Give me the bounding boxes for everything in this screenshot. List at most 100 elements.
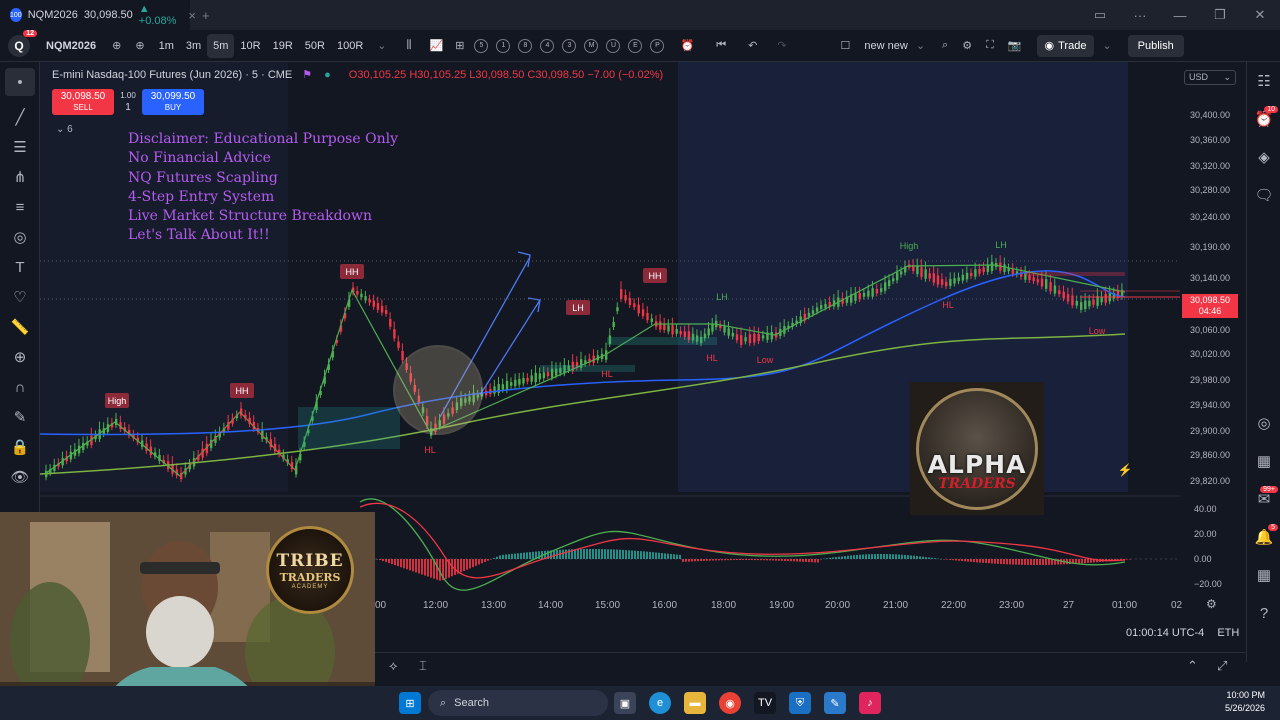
currency-select[interactable]: USD ⌄ — [1184, 70, 1236, 85]
tiktok-icon[interactable]: ♪ — [859, 692, 881, 714]
tradingview-logo-icon[interactable]: Q 12 — [8, 29, 37, 57]
taskbar-clock[interactable]: 10:00 PM 5/26/2026 — [1215, 689, 1265, 715]
text-tool-icon[interactable]: ⌶ — [419, 658, 427, 674]
alert-icon[interactable]: ⏰ — [680, 39, 694, 52]
interval-10r[interactable]: 10R — [234, 34, 266, 58]
new-tab-icon[interactable]: + — [202, 8, 210, 23]
object-tree-icon[interactable]: ◈ — [1247, 138, 1280, 176]
interval-50r[interactable]: 50R — [299, 34, 331, 58]
magnet-icon[interactable]: ∩ — [0, 372, 40, 402]
pitchfork-icon[interactable]: ⋔ — [0, 162, 40, 192]
chats-icon[interactable]: 🗨 — [1247, 176, 1280, 214]
horizontal-lines-icon[interactable]: ☰ — [0, 132, 40, 162]
fib-icon[interactable]: ≡ — [0, 192, 40, 222]
replay-icon[interactable]: ⏮ — [716, 39, 726, 52]
indicators-collapse-toggle[interactable]: ⌄ 6 — [56, 124, 73, 135]
layout-icon[interactable]: ▭ — [1080, 7, 1120, 23]
favorites-heart-icon[interactable]: ♡ — [0, 282, 40, 312]
text-icon[interactable]: T — [0, 252, 40, 282]
time-axis[interactable]: 00 12:00 13:00 14:00 15:00 16:00 18:00 19:00 20:… — [375, 598, 1182, 614]
undo-icon[interactable]: ↶ — [748, 39, 757, 52]
interval-3m[interactable]: 3m — [180, 34, 207, 58]
snapshot-icon[interactable]: 📷 — [1008, 39, 1022, 52]
redo-icon[interactable]: ↷ — [777, 39, 786, 52]
ruler-icon[interactable]: 📏 — [0, 312, 40, 342]
settings-gear-icon[interactable]: ⚙ — [1206, 597, 1217, 611]
lock-icon[interactable]: 🔒 — [0, 432, 40, 462]
quantity-field[interactable]: 1.00 1 — [118, 90, 138, 114]
hotkey-button[interactable]: 3 — [562, 38, 577, 53]
layout-dropdown-icon[interactable]: ⌄ — [916, 39, 925, 52]
patterns-icon[interactable]: ◎ — [0, 222, 40, 252]
bar-style-icon[interactable]: ⫼ — [407, 39, 412, 52]
hotkey-button[interactable]: 8 — [518, 38, 533, 53]
layout-checkbox-icon[interactable]: ☐ — [841, 39, 851, 52]
session-label[interactable]: ETH — [1217, 627, 1239, 639]
hotkey-button[interactable]: 4 — [540, 38, 555, 53]
shield-icon[interactable]: ⛨ — [789, 692, 811, 714]
watchlist-icon[interactable]: ☷ — [1247, 62, 1280, 100]
help-icon[interactable]: ? — [1247, 594, 1280, 632]
price-axis[interactable]: USD ⌄ 30,098.50 04:46 30,400.00 30,360.00 3… — [1180, 62, 1246, 622]
apps-grid-icon[interactable]: ▦ — [1247, 556, 1280, 594]
trade-button[interactable]: ◉ Trade — [1036, 34, 1095, 57]
settings-icon[interactable]: ⚙ — [962, 39, 972, 52]
browser-tab[interactable]: 100 NQM2026 30,098.50 ▲ +0.08% × — [0, 0, 196, 30]
restore-icon[interactable]: ❐ — [1200, 7, 1240, 23]
interval-100r[interactable]: 100R — [331, 34, 369, 58]
taskbar-search[interactable]: ⌕ Search — [428, 690, 608, 716]
minimize-icon[interactable]: — — [1160, 8, 1200, 23]
alerts-icon[interactable]: ⏰ 10 — [1247, 100, 1280, 138]
trade-dropdown-icon[interactable]: ⌄ — [1102, 39, 1111, 52]
messages-icon[interactable]: ✉ 99+ — [1247, 480, 1280, 518]
buy-button[interactable]: 30,099.50 BUY — [142, 89, 204, 115]
windows-start-icon[interactable]: ⊞ — [399, 692, 421, 714]
notifications-icon[interactable]: 🔔 5 — [1247, 518, 1280, 556]
flag-icon[interactable]: ⚑ — [302, 68, 312, 81]
add-symbol-icon[interactable]: ⊕ — [135, 39, 144, 52]
publish-button[interactable]: Publish — [1127, 34, 1184, 57]
edge-icon[interactable]: e — [649, 692, 671, 714]
chart-legend[interactable]: E-mini Nasdaq-100 Futures (Jun 2026) · 5… — [52, 68, 663, 82]
hotkey-button[interactable]: M — [584, 38, 599, 53]
macd-histogram-bar — [817, 559, 819, 563]
layout-name-button[interactable]: new new — [858, 34, 913, 58]
interval-5m[interactable]: 5m — [207, 33, 235, 58]
cursor-icon[interactable]: • — [5, 68, 35, 96]
sell-price: 30,098.50 — [60, 91, 106, 102]
hotkey-button[interactable]: 1 — [496, 38, 511, 53]
tradingview-icon[interactable]: TV — [754, 692, 776, 714]
cursor-tool-icon[interactable]: ⟡ — [389, 658, 398, 674]
target-icon[interactable]: ◎ — [1247, 404, 1280, 442]
interval-19r[interactable]: 19R — [267, 34, 299, 58]
interval-1m[interactable]: 1m — [153, 34, 180, 58]
hotkey-button[interactable]: 5 — [474, 38, 489, 53]
symbol-title[interactable]: E-mini Nasdaq-100 Futures (Jun 2026) · 5… — [52, 69, 292, 81]
close-window-icon[interactable]: ✕ — [1240, 7, 1280, 23]
indicators-icon[interactable]: 📈 — [430, 39, 444, 52]
app-icon[interactable]: ✎ — [824, 692, 846, 714]
fullscreen-icon[interactable]: ⛶ — [986, 39, 994, 52]
zoom-icon[interactable]: ⊕ — [0, 342, 40, 372]
utc-time[interactable]: 01:00:14 UTC-4 — [1126, 627, 1204, 639]
interval-dropdown-icon[interactable]: ⌄ — [377, 39, 386, 52]
lock-drawings-icon[interactable]: ✎ — [0, 402, 40, 432]
calendar-icon[interactable]: ▦ — [1247, 442, 1280, 480]
symbol-search-button[interactable]: NQM2026 — [36, 34, 106, 58]
task-view-icon[interactable]: ▣ — [614, 692, 636, 714]
hotkey-button[interactable]: P — [650, 38, 665, 53]
more-icon[interactable]: ··· — [1120, 8, 1160, 23]
chrome-icon[interactable]: ◉ — [719, 692, 741, 714]
hotkey-button[interactable]: E — [628, 38, 643, 53]
eye-icon[interactable]: 👁 — [0, 462, 40, 492]
collapse-panel-icon[interactable]: ⌃ — [1187, 658, 1198, 674]
compare-icon[interactable]: ⊕ — [112, 39, 121, 52]
trend-line-icon[interactable]: ╱ — [0, 102, 40, 132]
maximize-panel-icon[interactable]: ⤢ — [1217, 658, 1227, 674]
hotkey-button[interactable]: U — [606, 38, 621, 53]
sell-button[interactable]: 30,098.50 SELL — [52, 89, 114, 115]
templates-icon[interactable]: ⊞ — [455, 39, 464, 52]
close-tab-icon[interactable]: × — [188, 8, 196, 23]
quick-search-icon[interactable]: ⌕ — [942, 39, 948, 52]
file-explorer-icon[interactable]: ▬ — [684, 692, 706, 714]
